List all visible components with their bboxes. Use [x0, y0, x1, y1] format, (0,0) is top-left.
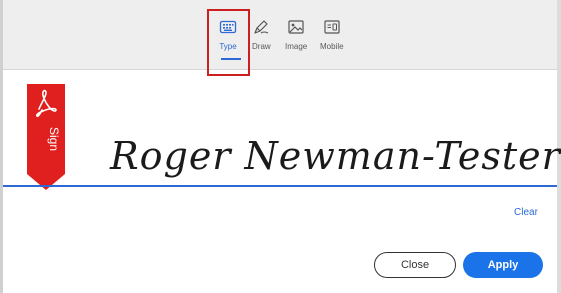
image-icon — [288, 20, 304, 34]
pen-icon — [254, 20, 269, 34]
close-button[interactable]: Close — [374, 252, 456, 278]
tab-draw-label: Draw — [252, 42, 271, 51]
tab-draw[interactable]: Draw — [252, 16, 271, 64]
tab-image[interactable]: Image — [285, 16, 307, 64]
apply-button[interactable]: Apply — [463, 252, 543, 278]
mode-toolbar — [0, 0, 561, 70]
tab-mobile-label: Mobile — [320, 42, 344, 51]
signature-baseline — [3, 185, 557, 187]
tab-mobile[interactable]: Mobile — [320, 16, 344, 64]
clear-link[interactable]: Clear — [514, 207, 538, 218]
tab-image-label: Image — [285, 42, 308, 51]
left-edge — [0, 0, 3, 293]
toolbar-divider — [0, 69, 561, 70]
sign-badge-label: Sign — [47, 127, 61, 151]
type-tab-highlight-box — [207, 9, 250, 76]
sign-badge: Sign — [27, 84, 65, 190]
signature-dialog: Type Draw Image Mobile Sign Roger Newman… — [0, 0, 561, 293]
mobile-icon — [324, 20, 340, 34]
typed-signature: Roger Newman-Tester — [110, 134, 561, 178]
